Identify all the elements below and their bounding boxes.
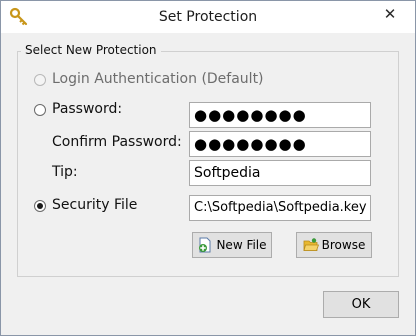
new-file-label: New File [216, 238, 267, 252]
security-file-radio[interactable] [34, 200, 46, 212]
close-button[interactable]: ✕ [374, 3, 406, 25]
folder-open-icon [303, 238, 319, 251]
browse-button[interactable]: Browse [296, 232, 372, 258]
confirm-password-field[interactable]: ●●●●●●●● [189, 131, 371, 157]
title-bar[interactable]: Set Protection ✕ [1, 1, 415, 33]
close-icon: ✕ [383, 5, 397, 23]
confirm-password-label: Confirm Password: [52, 134, 182, 150]
ok-button[interactable]: OK [323, 291, 399, 318]
tip-label: Tip: [52, 164, 78, 180]
ok-label: OK [351, 297, 371, 312]
radio-selected-dot [37, 203, 43, 209]
group-label: Select New Protection [21, 43, 161, 57]
new-file-icon [199, 237, 211, 253]
password-label: Password: [52, 101, 123, 117]
password-field[interactable]: ●●●●●●●● [189, 102, 371, 128]
login-authentication-radio[interactable] [34, 74, 46, 86]
window-title: Set Protection [158, 9, 258, 25]
tip-field[interactable]: Softpedia [189, 160, 371, 186]
security-file-label: Security File [52, 197, 138, 213]
set-protection-dialog: Set Protection ✕ Select New Protection L… [0, 0, 416, 336]
browse-label: Browse [321, 238, 366, 252]
new-file-button[interactable]: New File [192, 232, 272, 258]
login-authentication-label: Login Authentication (Default) [52, 71, 264, 87]
security-file-path-field[interactable]: C:\Softpedia\Softpedia.key [189, 195, 371, 221]
password-radio[interactable] [34, 104, 46, 116]
